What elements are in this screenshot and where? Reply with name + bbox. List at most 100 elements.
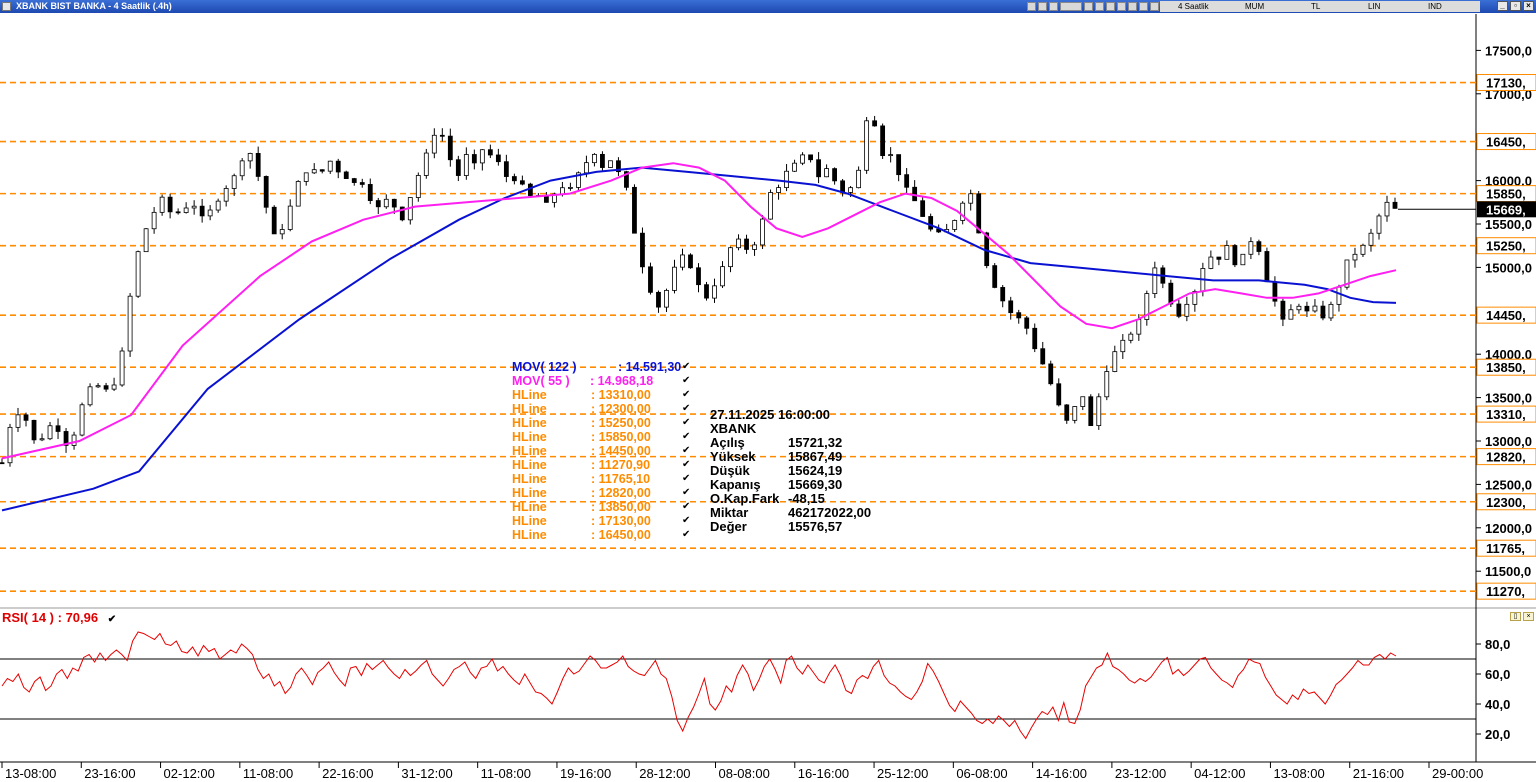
- candle-body: [832, 168, 837, 182]
- candle-body: [1232, 245, 1238, 266]
- time-tick-label: 25-12:00: [877, 766, 928, 781]
- legend-value: : 13310,00: [591, 388, 651, 402]
- candle-body: [736, 238, 741, 249]
- legend-label: HLine: [512, 402, 547, 416]
- candle-body: [592, 153, 597, 164]
- candle-body: [600, 153, 605, 168]
- candle-body: [215, 200, 221, 211]
- legend-check-icon[interactable]: ✔: [682, 432, 690, 442]
- candle-body: [1072, 406, 1078, 421]
- rsi-tick-label: 20,0: [1485, 727, 1510, 742]
- legend-check-icon[interactable]: ✔: [682, 418, 690, 428]
- candle-body: [1016, 312, 1022, 319]
- legend-check-icon[interactable]: ✔: [682, 530, 690, 540]
- legend-check-icon[interactable]: ✔: [682, 516, 690, 526]
- price-chart[interactable]: 17500,017000,016500,016000,015500,015000…: [0, 0, 1536, 782]
- info-label: Kapanış: [710, 477, 761, 492]
- rsi-tick-label: 40,0: [1485, 697, 1510, 712]
- candle-body: [1312, 305, 1318, 312]
- candle-body: [1352, 253, 1358, 261]
- info-label: O.Kap.Fark: [710, 491, 780, 506]
- candle-body: [704, 284, 709, 299]
- legend-check-icon[interactable]: ✔: [682, 390, 690, 400]
- legend-value: : 11765,10: [591, 472, 651, 486]
- candle-body: [183, 207, 189, 213]
- legend-label: HLine: [512, 514, 547, 528]
- hline-label: 13310,: [1486, 407, 1526, 422]
- candle-body: [1120, 339, 1126, 353]
- candle-body: [447, 135, 453, 161]
- rsi-tick-label: 60,0: [1485, 667, 1510, 682]
- time-tick-label: 23-16:00: [84, 766, 135, 781]
- time-tick-label: 02-12:00: [164, 766, 215, 781]
- candle-body: [79, 404, 85, 436]
- candle-body: [648, 266, 653, 293]
- candle-body: [159, 196, 165, 213]
- candle-body: [1112, 351, 1118, 372]
- hline-label: 11270,: [1486, 584, 1525, 599]
- info-row: Miktar 462172022,00: [710, 506, 871, 520]
- candle-body: [383, 198, 389, 208]
- candle-body: [15, 414, 21, 428]
- legend-label: HLine: [512, 458, 547, 472]
- rsi-panel-controls[interactable]: ▯ ×: [1510, 612, 1534, 621]
- candle-body: [608, 160, 613, 168]
- time-tick-label: 21-16:00: [1353, 766, 1404, 781]
- candle-body: [503, 161, 509, 177]
- info-value: -48,15: [788, 491, 825, 506]
- candle-body: [680, 254, 685, 268]
- candle-body: [992, 265, 998, 288]
- rsi-close-icon[interactable]: ×: [1523, 612, 1534, 621]
- info-label: Düşük: [710, 463, 750, 478]
- candle-body: [928, 216, 934, 230]
- legend-value: : 14.968,18: [590, 374, 654, 388]
- hline-label: 13850,: [1486, 360, 1526, 375]
- candle-body: [1040, 348, 1046, 365]
- candle-body: [1304, 305, 1310, 312]
- candle-body: [1360, 244, 1366, 255]
- legend-check-icon[interactable]: ✔: [682, 488, 690, 498]
- info-label: Açılış: [710, 435, 745, 450]
- candle-body: [864, 120, 870, 171]
- candle-body: [95, 385, 101, 388]
- candle-body: [543, 195, 549, 203]
- rsi-check-icon[interactable]: ✔: [108, 614, 116, 625]
- candle-body: [423, 152, 429, 176]
- candle-body: [335, 160, 341, 173]
- legend-check-icon[interactable]: ✔: [682, 502, 690, 512]
- time-tick-label: 16-16:00: [798, 766, 849, 781]
- rsi-restore-icon[interactable]: ▯: [1510, 612, 1521, 621]
- legend-value: : 17130,00: [591, 514, 651, 528]
- legend-check-icon[interactable]: ✔: [682, 376, 690, 386]
- legend-value: : 13850,00: [591, 500, 651, 514]
- info-row: Açılış 15721,32: [710, 436, 871, 450]
- price-tick-label: 17500,0: [1485, 43, 1532, 58]
- time-tick-label: 06-08:00: [956, 766, 1007, 781]
- candle-body: [776, 187, 781, 193]
- candle-body: [1128, 333, 1134, 341]
- candle-body: [1208, 256, 1214, 269]
- hline-label: 17130,: [1486, 76, 1526, 91]
- candle-body: [792, 162, 797, 172]
- candle-body: [463, 154, 469, 176]
- candle-body: [119, 350, 125, 386]
- legend-value: : 15850,00: [591, 430, 651, 444]
- candle-body: [87, 386, 93, 406]
- hline-label: 15250,: [1486, 239, 1526, 254]
- time-tick-label: 11-08:00: [481, 766, 531, 781]
- candle-body: [1136, 319, 1142, 335]
- legend-check-icon[interactable]: ✔: [682, 460, 690, 470]
- legend-check-icon[interactable]: ✔: [682, 446, 690, 456]
- candle-body: [1376, 215, 1382, 234]
- legend-check-icon[interactable]: ✔: [682, 404, 690, 414]
- candle-body: [47, 425, 53, 440]
- candle-body: [872, 120, 878, 127]
- candle-body: [1080, 396, 1086, 407]
- candle-body: [920, 200, 926, 217]
- legend-check-icon[interactable]: ✔: [682, 474, 690, 484]
- time-tick-label: 13-08:00: [1273, 766, 1324, 781]
- candle-body: [1056, 383, 1062, 406]
- time-tick-label: 22-16:00: [322, 766, 373, 781]
- legend-check-icon[interactable]: ✔: [682, 362, 690, 372]
- candle-body: [840, 180, 846, 193]
